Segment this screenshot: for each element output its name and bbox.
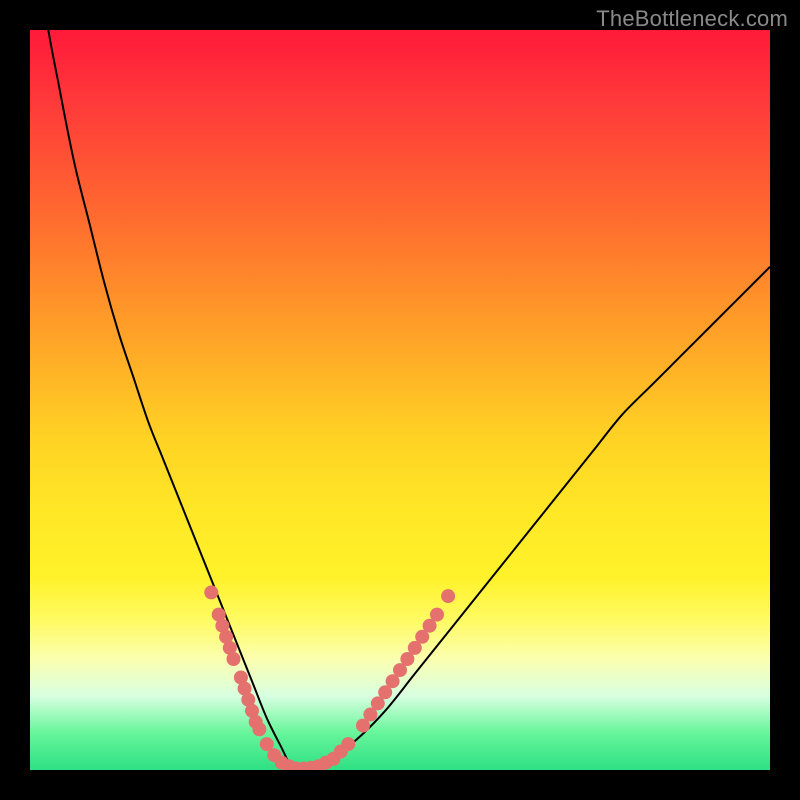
chart-container: TheBottleneck.com — [0, 0, 800, 800]
data-markers — [204, 585, 455, 770]
data-marker — [204, 585, 218, 599]
data-marker — [252, 722, 266, 736]
data-marker — [341, 737, 355, 751]
bottleneck-curve — [30, 30, 770, 770]
plot-area — [30, 30, 770, 770]
data-marker — [227, 652, 241, 666]
curve-group — [30, 30, 770, 770]
data-marker — [441, 589, 455, 603]
data-marker — [430, 608, 444, 622]
bottleneck-curve-svg — [30, 30, 770, 770]
watermark-text: TheBottleneck.com — [596, 6, 788, 32]
